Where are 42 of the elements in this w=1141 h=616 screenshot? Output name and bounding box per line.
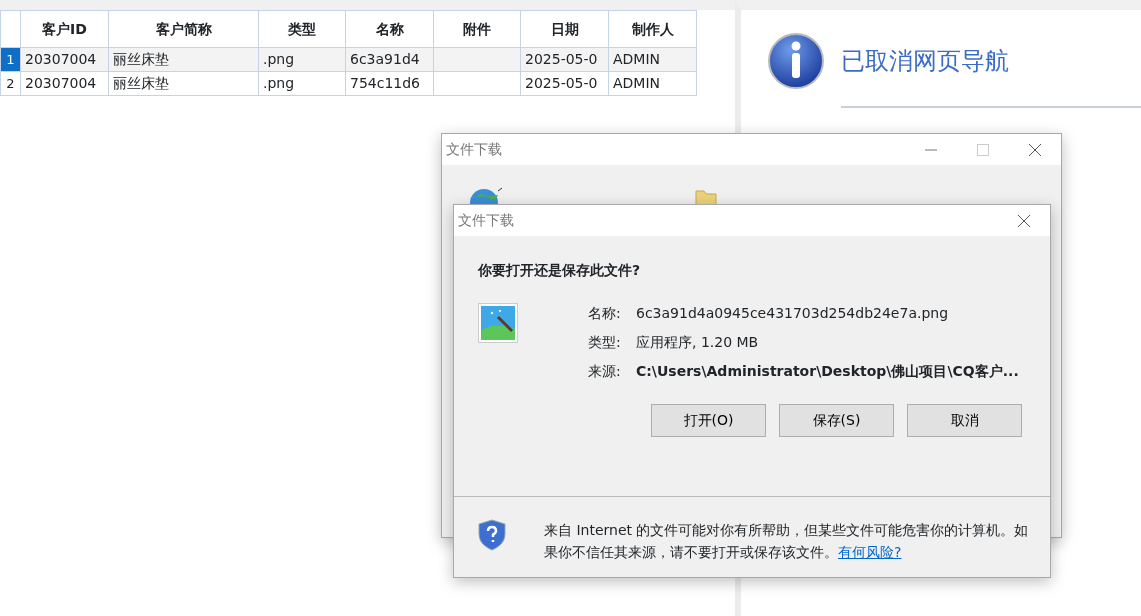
image-file-icon bbox=[478, 303, 518, 343]
field-value: 应用程序, 1.20 MB bbox=[636, 333, 759, 352]
dialog-button[interactable]: 打开(O) bbox=[651, 404, 766, 437]
table-cell: 6c3a91d4 bbox=[350, 51, 420, 67]
column-header[interactable]: 类型 bbox=[258, 10, 346, 48]
table-cell: 2025-05-0 bbox=[525, 51, 598, 67]
table-cell: 20307004 bbox=[25, 51, 97, 67]
dialog-button[interactable]: 取消 bbox=[907, 404, 1022, 437]
shield-icon bbox=[478, 519, 506, 551]
table-cell: ADMIN bbox=[613, 75, 661, 91]
question-text: 你要打开还是保存此文件? bbox=[478, 261, 642, 280]
field-value: C:\Users\Administrator\Desktop\佛山项目\CQ客户... bbox=[636, 362, 1019, 381]
dialog-button[interactable]: 保存(S) bbox=[779, 404, 894, 437]
column-header[interactable]: 客户简称 bbox=[108, 10, 259, 48]
field-label: 类型: bbox=[588, 333, 622, 352]
panel-heading: 已取消网页导航 bbox=[841, 46, 1009, 77]
window-title: 文件下载 bbox=[458, 211, 514, 230]
column-header[interactable]: 附件 bbox=[433, 10, 521, 48]
maximize-icon bbox=[977, 143, 989, 156]
close-icon bbox=[1017, 213, 1031, 228]
table-cell: .png bbox=[263, 51, 295, 67]
table-cell: 丽丝床垫 bbox=[113, 51, 169, 67]
table-cell: 20307004 bbox=[25, 75, 97, 91]
column-header[interactable]: 名称 bbox=[345, 10, 434, 48]
table-cell: .png bbox=[263, 75, 295, 91]
info-icon bbox=[767, 32, 825, 90]
field-label: 来源: bbox=[588, 362, 622, 381]
warning-text: 来自 Internet 的文件可能对你有所帮助，但某些文件可能危害你的计算机。如果你不信任其来源，请不要打开或保存该文件。有何风险? bbox=[544, 521, 1029, 562]
field-label: 名称: bbox=[588, 304, 622, 323]
table-cell: 丽丝床垫 bbox=[113, 75, 169, 91]
column-header[interactable]: 客户ID bbox=[20, 10, 109, 48]
column-header[interactable]: 日期 bbox=[520, 10, 609, 48]
table-cell: 2025-05-0 bbox=[525, 75, 598, 91]
table-cell: 754c11d6 bbox=[350, 75, 421, 91]
risk-link[interactable]: 有何风险? bbox=[838, 544, 902, 560]
row-number[interactable]: 2 bbox=[0, 71, 21, 96]
table-cell: ADMIN bbox=[613, 51, 661, 67]
window-title: 文件下载 bbox=[446, 140, 502, 159]
row-number[interactable]: 1 bbox=[0, 47, 21, 72]
column-header[interactable]: 制作人 bbox=[608, 10, 697, 48]
close-icon bbox=[1028, 142, 1042, 157]
field-value: 6c3a91d4a0945ce431703d254db24e7a.png bbox=[636, 304, 949, 323]
